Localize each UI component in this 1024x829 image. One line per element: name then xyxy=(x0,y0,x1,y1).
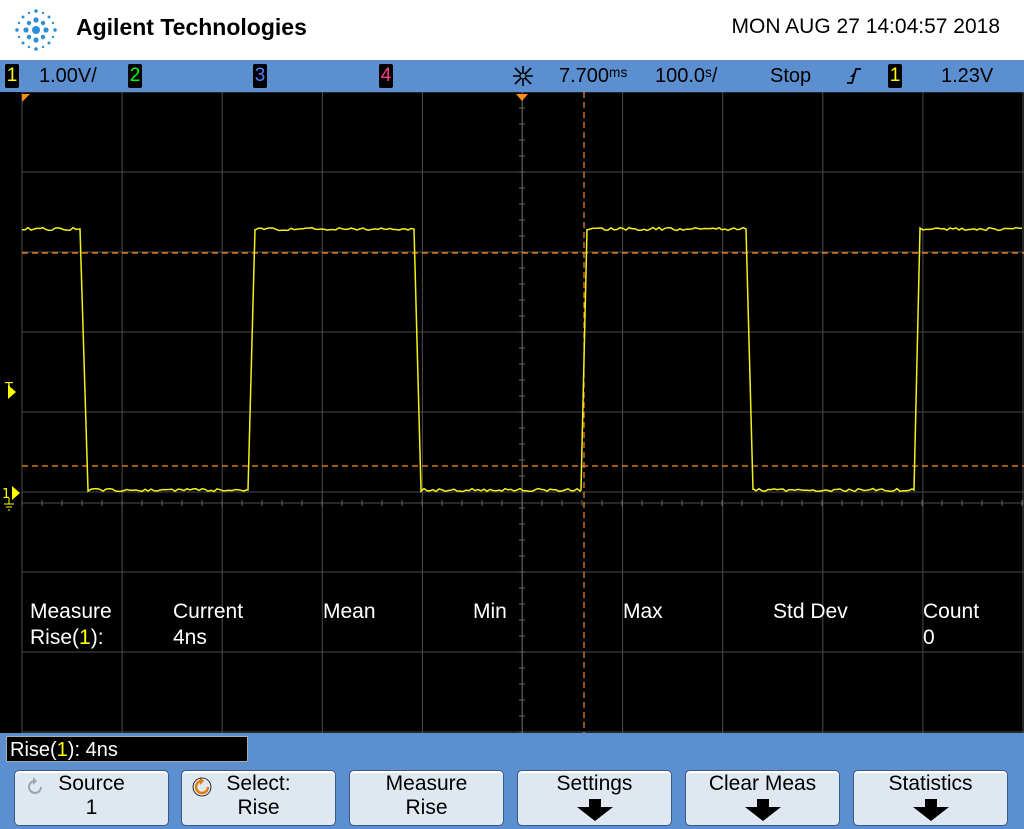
clear-meas-softkey[interactable]: Clear Meas xyxy=(685,770,840,826)
channel-3-badge[interactable]: 3 xyxy=(253,64,267,88)
title-bar: Agilent Technologies MON AUG 27 14:04:57… xyxy=(0,0,1024,60)
status-bar: 1 1.00V/ 2 3 4 7.700ᵐˢ 100.0ˢ/ Stop 1 1.… xyxy=(0,60,1024,92)
submenu-arrow-icon xyxy=(575,799,615,821)
rising-edge-icon xyxy=(845,65,863,87)
channel-2-badge[interactable]: 2 xyxy=(128,64,142,88)
source-softkey-value: 1 xyxy=(15,796,168,820)
meas-header-std-dev: Std Dev xyxy=(773,600,848,624)
select-softkey-label: Select: xyxy=(182,772,335,796)
meas-header-max: Max xyxy=(623,600,663,624)
measure-softkey-value: Rise xyxy=(350,796,503,820)
source-softkey-label: Source xyxy=(15,772,168,796)
readout-source: 1 xyxy=(57,739,68,761)
date-time: MON AUG 27 14:04:57 2018 xyxy=(732,15,1001,39)
meas-header-mean: Mean xyxy=(323,600,376,624)
waveform-display[interactable]: T 1 Measure Current Mean Min Max Std Dev… xyxy=(0,92,1024,733)
statistics-softkey[interactable]: Statistics xyxy=(853,770,1008,826)
trigger-source-badge[interactable]: 1 xyxy=(888,64,902,88)
meas-row-suffix: ): xyxy=(91,626,104,649)
measure-softkey-label: Measure xyxy=(350,772,503,796)
meas-header-current: Current xyxy=(173,600,243,624)
readout-prefix: Rise( xyxy=(10,739,57,761)
meas-row-count: 0 xyxy=(923,626,935,650)
meas-row-source: 1 xyxy=(79,626,91,649)
statistics-softkey-label: Statistics xyxy=(854,772,1007,796)
horizontal-delay[interactable]: 7.700ᵐˢ xyxy=(559,64,627,88)
brand-name: Agilent Technologies xyxy=(76,14,307,41)
channel-4-badge[interactable]: 4 xyxy=(379,64,393,88)
measure-rise-softkey[interactable]: Measure Rise xyxy=(349,770,504,826)
meas-header-min: Min xyxy=(473,600,507,624)
submenu-arrow-icon xyxy=(911,799,951,821)
agilent-spark-logo-icon xyxy=(10,4,62,56)
channel-1-badge[interactable]: 1 xyxy=(5,64,19,88)
trigger-position-marker xyxy=(516,94,528,101)
measurement-readout: Rise(1): 4ns xyxy=(6,736,248,762)
meas-header-count: Count xyxy=(923,600,979,624)
timebase[interactable]: 100.0ˢ/ xyxy=(655,64,717,88)
select-softkey-value: Rise xyxy=(182,796,335,820)
trigger-level[interactable]: 1.23V xyxy=(941,64,993,88)
trigger-marker-label: T xyxy=(4,381,13,396)
softkey-bar: Rise(1): 4ns Source 1 Select: Rise Measu… xyxy=(0,733,1024,829)
settings-softkey-label: Settings xyxy=(518,772,671,796)
submenu-arrow-icon xyxy=(743,799,783,821)
channel-1-scale[interactable]: 1.00V/ xyxy=(39,64,97,88)
source-softkey[interactable]: Source 1 xyxy=(14,770,169,826)
horizontal-delay-icon xyxy=(510,65,536,87)
select-softkey[interactable]: Select: Rise xyxy=(181,770,336,826)
run-state: Stop xyxy=(770,64,811,88)
meas-row-prefix: Rise( xyxy=(30,626,79,649)
waveform-graticule: T 1 xyxy=(0,92,1024,733)
readout-suffix: ): 4ns xyxy=(68,739,118,761)
meas-row-current: 4ns xyxy=(173,626,207,650)
meas-row-name: Rise(1): xyxy=(30,626,104,650)
clear-softkey-label: Clear Meas xyxy=(686,772,839,796)
settings-softkey[interactable]: Settings xyxy=(517,770,672,826)
time-reference-marker xyxy=(22,94,30,102)
channel-1-ground-marker xyxy=(12,486,20,500)
meas-header-measure: Measure xyxy=(30,600,112,624)
